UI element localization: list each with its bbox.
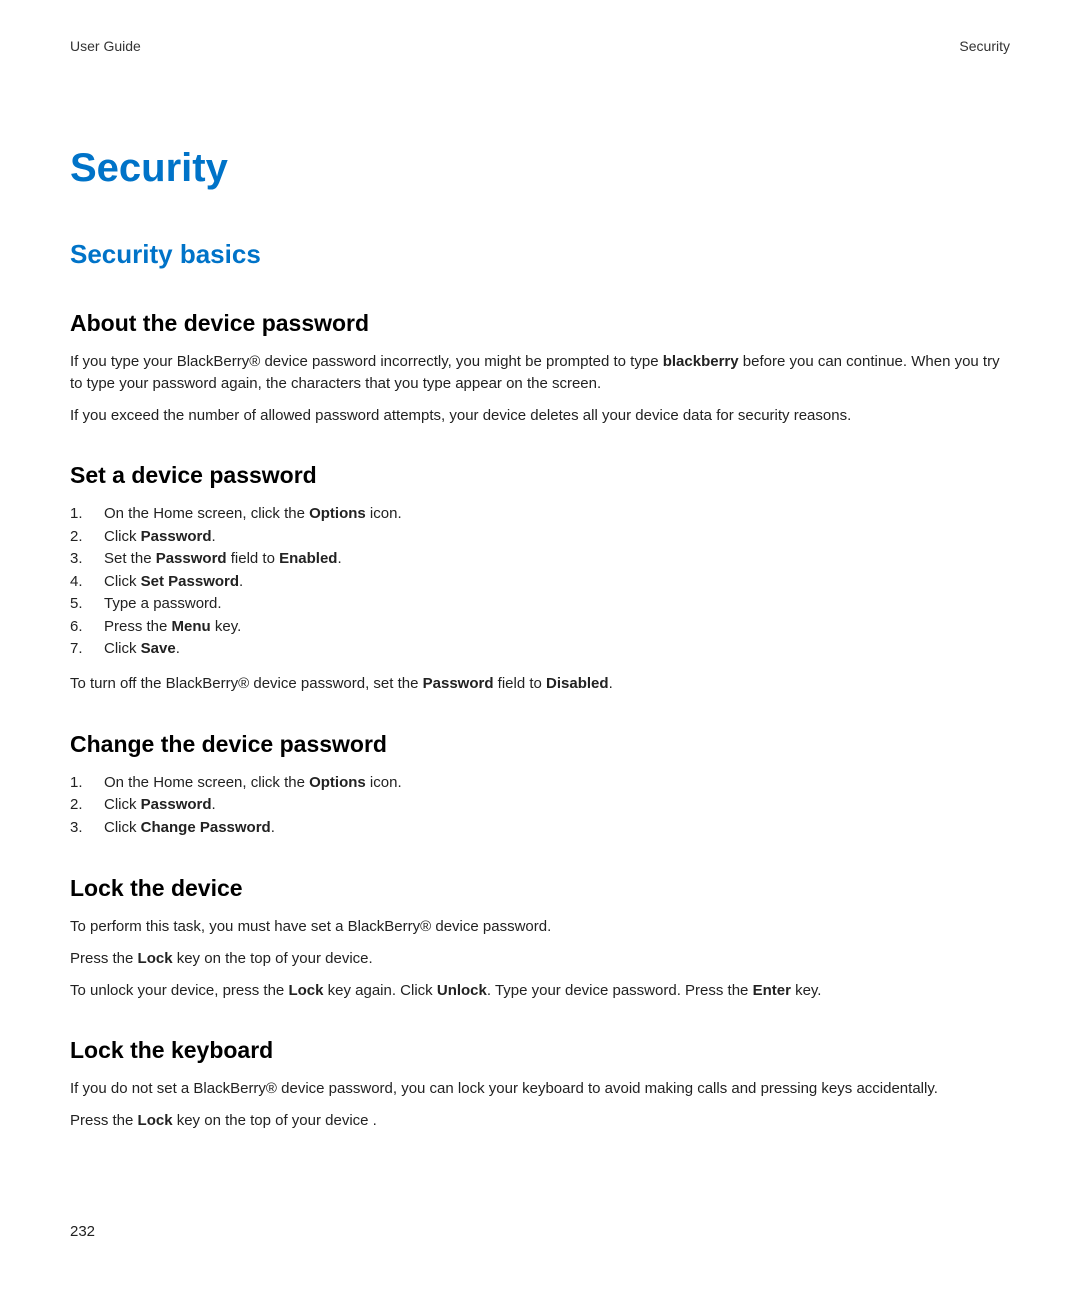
heading-change-password: Change the device password bbox=[70, 731, 1010, 758]
list-item: Click Save. bbox=[70, 638, 1010, 661]
bold-text: Menu bbox=[172, 618, 211, 635]
bold-text: Set Password bbox=[141, 573, 239, 590]
list-item: Type a password. bbox=[70, 593, 1010, 616]
text: key on the top of your device . bbox=[173, 1112, 377, 1129]
about-paragraph-1: If you type your BlackBerry® device pass… bbox=[70, 351, 1010, 395]
set-password-steps: On the Home screen, click the Options ic… bbox=[70, 503, 1010, 661]
list-item: Click Password. bbox=[70, 526, 1010, 549]
text: . bbox=[337, 550, 341, 567]
text: Press the bbox=[70, 950, 138, 967]
section-about: About the device password If you type yo… bbox=[70, 310, 1010, 426]
text: . bbox=[212, 796, 216, 813]
bold-text: Unlock bbox=[437, 982, 487, 999]
lock-keyboard-p2: Press the Lock key on the top of your de… bbox=[70, 1110, 1010, 1132]
bold-text: Disabled bbox=[546, 675, 609, 692]
text: If you type your BlackBerry® device pass… bbox=[70, 353, 663, 370]
change-password-steps: On the Home screen, click the Options ic… bbox=[70, 772, 1010, 840]
text: On the Home screen, click the bbox=[104, 774, 309, 791]
lock-device-p1: To perform this task, you must have set … bbox=[70, 916, 1010, 938]
text: . bbox=[212, 528, 216, 545]
text: key on the top of your device. bbox=[173, 950, 373, 967]
page-header: User Guide Security bbox=[70, 38, 1010, 54]
text: Press the bbox=[70, 1112, 138, 1129]
section-lock-keyboard: Lock the keyboard If you do not set a Bl… bbox=[70, 1037, 1010, 1132]
bold-text: blackberry bbox=[663, 353, 739, 370]
lock-device-p2: Press the Lock key on the top of your de… bbox=[70, 948, 1010, 970]
text: Click bbox=[104, 528, 141, 545]
text: . bbox=[176, 640, 180, 657]
text: Click bbox=[104, 573, 141, 590]
text: Set the bbox=[104, 550, 156, 567]
text: Click bbox=[104, 640, 141, 657]
text: Click bbox=[104, 819, 141, 836]
bold-text: Change Password bbox=[141, 819, 271, 836]
text: Press the bbox=[104, 618, 172, 635]
text: key again. Click bbox=[323, 982, 436, 999]
heading-set-password: Set a device password bbox=[70, 462, 1010, 489]
page-title: Security bbox=[70, 146, 1010, 191]
heading-about: About the device password bbox=[70, 310, 1010, 337]
list-item: On the Home screen, click the Options ic… bbox=[70, 503, 1010, 526]
page-number: 232 bbox=[70, 1223, 95, 1240]
set-password-note: To turn off the BlackBerry® device passw… bbox=[70, 673, 1010, 695]
header-left: User Guide bbox=[70, 38, 141, 54]
text: field to bbox=[494, 675, 547, 692]
text: key. bbox=[211, 618, 242, 635]
section-title: Security basics bbox=[70, 239, 1010, 270]
heading-lock-device: Lock the device bbox=[70, 875, 1010, 902]
bold-text: Lock bbox=[138, 1112, 173, 1129]
section-lock-device: Lock the device To perform this task, yo… bbox=[70, 875, 1010, 1001]
list-item: Press the Menu key. bbox=[70, 616, 1010, 639]
heading-lock-keyboard: Lock the keyboard bbox=[70, 1037, 1010, 1064]
list-item: Click Password. bbox=[70, 794, 1010, 817]
list-item: On the Home screen, click the Options ic… bbox=[70, 772, 1010, 795]
text: . bbox=[271, 819, 275, 836]
text: . bbox=[239, 573, 243, 590]
text: Click bbox=[104, 796, 141, 813]
section-set-password: Set a device password On the Home screen… bbox=[70, 462, 1010, 694]
section-change-password: Change the device password On the Home s… bbox=[70, 731, 1010, 840]
text: . Type your device password. Press the bbox=[487, 982, 753, 999]
bold-text: Password bbox=[141, 528, 212, 545]
text: field to bbox=[227, 550, 280, 567]
text: key. bbox=[791, 982, 822, 999]
document-page: User Guide Security Security Security ba… bbox=[0, 0, 1080, 1132]
bold-text: Enter bbox=[753, 982, 791, 999]
bold-text: Lock bbox=[138, 950, 173, 967]
lock-device-p3: To unlock your device, press the Lock ke… bbox=[70, 980, 1010, 1002]
text: . bbox=[609, 675, 613, 692]
bold-text: Password bbox=[141, 796, 212, 813]
bold-text: Lock bbox=[288, 982, 323, 999]
bold-text: Options bbox=[309, 505, 366, 522]
lock-keyboard-p1: If you do not set a BlackBerry® device p… bbox=[70, 1078, 1010, 1100]
about-paragraph-2: If you exceed the number of allowed pass… bbox=[70, 405, 1010, 427]
bold-text: Password bbox=[156, 550, 227, 567]
text: icon. bbox=[366, 774, 402, 791]
bold-text: Options bbox=[309, 774, 366, 791]
text: Type a password. bbox=[104, 595, 222, 612]
text: To unlock your device, press the bbox=[70, 982, 288, 999]
text: On the Home screen, click the bbox=[104, 505, 309, 522]
bold-text: Password bbox=[423, 675, 494, 692]
list-item: Set the Password field to Enabled. bbox=[70, 548, 1010, 571]
text: To turn off the BlackBerry® device passw… bbox=[70, 675, 423, 692]
list-item: Click Set Password. bbox=[70, 571, 1010, 594]
bold-text: Enabled bbox=[279, 550, 337, 567]
bold-text: Save bbox=[141, 640, 176, 657]
list-item: Click Change Password. bbox=[70, 817, 1010, 840]
header-right: Security bbox=[959, 38, 1010, 54]
text: icon. bbox=[366, 505, 402, 522]
